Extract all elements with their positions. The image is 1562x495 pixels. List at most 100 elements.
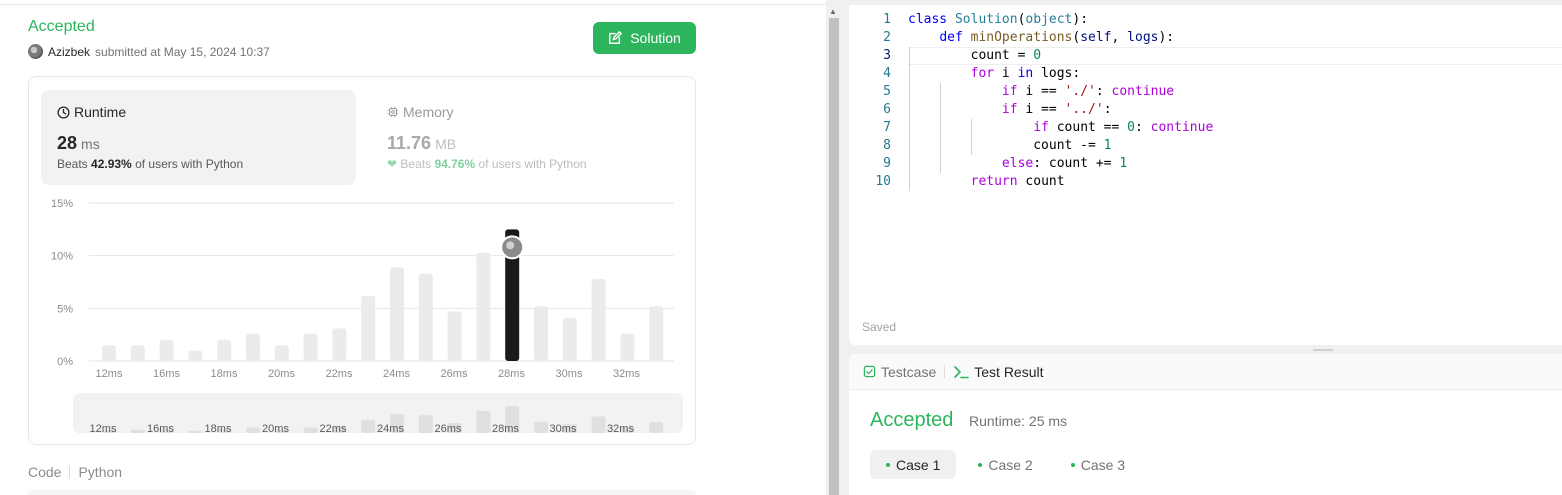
- scrollbar[interactable]: [829, 18, 839, 495]
- mini-x-tick-label: 22ms: [320, 423, 347, 435]
- case-tab-2[interactable]: Case 2: [962, 450, 1048, 479]
- test-result-status: Accepted: [870, 409, 954, 431]
- bar[interactable]: [649, 306, 664, 361]
- bar[interactable]: [361, 295, 376, 361]
- bar[interactable]: [476, 252, 491, 361]
- tab-divider: [69, 466, 71, 478]
- code-line: 4 for i in logs:: [849, 65, 1562, 83]
- bar[interactable]: [274, 345, 289, 361]
- code-tabs: Code Python: [28, 464, 122, 480]
- tab-test-result-label: Test Result: [974, 363, 1044, 380]
- resize-handle[interactable]: [1313, 349, 1333, 351]
- pass-dot-icon: [1070, 462, 1075, 467]
- code-line: 10 return count: [849, 173, 1562, 191]
- code-editor[interactable]: 1 class Solution(object): 2 def minOperat…: [849, 0, 1562, 345]
- x-tick-label: 12ms: [96, 368, 123, 380]
- line-number: 2: [883, 30, 891, 45]
- line-code: class Solution(object):: [908, 12, 1089, 27]
- mini-bar: [130, 429, 145, 433]
- pass-dot-icon: [978, 462, 983, 467]
- memory-title-text: Memory: [403, 104, 454, 120]
- case-tabs: Case 1 Case 2 Case 3: [870, 450, 1141, 479]
- bar[interactable]: [418, 273, 433, 361]
- line-number: 4: [883, 66, 891, 81]
- line-code: else: count += 1: [1001, 156, 1128, 171]
- bar[interactable]: [591, 278, 606, 361]
- code-line: 9 else: count += 1: [849, 155, 1562, 173]
- mini-bar: [246, 427, 260, 433]
- runtime-beats-value: 42.93%: [91, 157, 132, 171]
- language-label: Python: [78, 464, 123, 480]
- bar[interactable]: [332, 328, 347, 361]
- runtime-value: 28 ms: [57, 133, 340, 154]
- mini-x-tick-label: 18ms: [205, 423, 232, 435]
- test-panel-header: Testcase Test Result: [849, 354, 1562, 390]
- scroll-up-icon[interactable]: ▲: [829, 7, 837, 16]
- bar[interactable]: [390, 267, 404, 361]
- app-root: Accepted Azizbek submitted at May 15, 20…: [0, 0, 1562, 495]
- x-tick-label: 20ms: [268, 368, 295, 380]
- runtime-title-text: Runtime: [74, 104, 127, 120]
- line-number: 10: [875, 174, 891, 189]
- bar[interactable]: [130, 345, 145, 361]
- line-number: 7: [883, 120, 891, 135]
- line-number: 5: [883, 84, 891, 99]
- line-code: for i in logs:: [970, 66, 1081, 81]
- mini-x-tick-label: 24ms: [377, 423, 404, 435]
- x-tick-label: 28ms: [498, 368, 525, 380]
- bar[interactable]: [188, 350, 203, 361]
- mini-x-tick-label: 12ms: [90, 423, 117, 435]
- runtime-number: 28: [57, 133, 78, 153]
- runtime-distribution-chart[interactable]: 15% 10% 5% 0% 12ms 16ms 18ms 20ms 22ms 24ms 26ms 28…: [29, 187, 697, 442]
- mini-bar: [476, 411, 491, 433]
- memory-beats-value: 94.76%: [434, 157, 476, 171]
- bar[interactable]: [303, 333, 318, 361]
- mini-bar: [649, 421, 664, 433]
- chip-icon: [387, 106, 399, 118]
- line-code: if count == 0: continue: [1033, 120, 1214, 135]
- runtime-metric[interactable]: Runtime 28 ms Beats 42.93% of users with …: [41, 90, 356, 185]
- line-number: 3: [883, 48, 891, 63]
- case-tab-1[interactable]: Case 1: [870, 450, 957, 479]
- mini-x-tick-label: 20ms: [262, 423, 289, 435]
- line-number: 6: [883, 102, 891, 117]
- memory-beats-suffix: of users with Python: [478, 157, 587, 171]
- case-label: Case 1: [896, 456, 941, 473]
- bar[interactable]: [447, 311, 462, 361]
- memory-metric[interactable]: Memory 11.76 MB ❤ Beats 94.76% of users w…: [371, 90, 686, 185]
- bar[interactable]: [102, 345, 116, 361]
- tab-test-result[interactable]: Test Result: [953, 363, 1044, 380]
- bar[interactable]: [620, 333, 635, 361]
- bar[interactable]: [534, 306, 548, 361]
- tab-divider: [944, 365, 946, 378]
- line-code: if i == '../':: [1001, 102, 1112, 117]
- bar[interactable]: [217, 339, 232, 361]
- mini-bar: [591, 416, 606, 433]
- runtime-beats: Beats 42.93% of users with Python: [57, 157, 340, 171]
- case-tab-3[interactable]: Case 3: [1055, 450, 1141, 479]
- user-avatar-marker-detail: [506, 241, 515, 250]
- avatar[interactable]: [28, 44, 43, 59]
- line-number: 8: [883, 138, 891, 153]
- test-runtime: Runtime: 25 ms: [969, 413, 1068, 429]
- solution-button[interactable]: Solution: [593, 22, 696, 54]
- bar[interactable]: [159, 339, 174, 361]
- x-tick-label: 30ms: [556, 368, 583, 380]
- bar[interactable]: [246, 333, 260, 361]
- code-line: 1 class Solution(object):: [849, 11, 1562, 29]
- pass-dot-icon: [886, 462, 890, 467]
- memory-title: Memory: [387, 104, 670, 120]
- line-number: 9: [883, 156, 891, 171]
- username-link[interactable]: Azizbek: [48, 45, 90, 59]
- mini-bar: [188, 430, 203, 433]
- mini-bar: [303, 427, 318, 433]
- submission-status: Accepted: [28, 18, 95, 35]
- clock-icon: [57, 105, 70, 119]
- mini-x-tick-label: 32ms: [607, 423, 634, 435]
- x-tick-label: 32ms: [613, 368, 640, 380]
- x-tick-label: 18ms: [211, 368, 238, 380]
- y-tick-label: 15%: [51, 198, 73, 210]
- mini-bar: [418, 415, 433, 433]
- tab-testcase[interactable]: Testcase: [863, 364, 936, 380]
- bar[interactable]: [562, 317, 577, 361]
